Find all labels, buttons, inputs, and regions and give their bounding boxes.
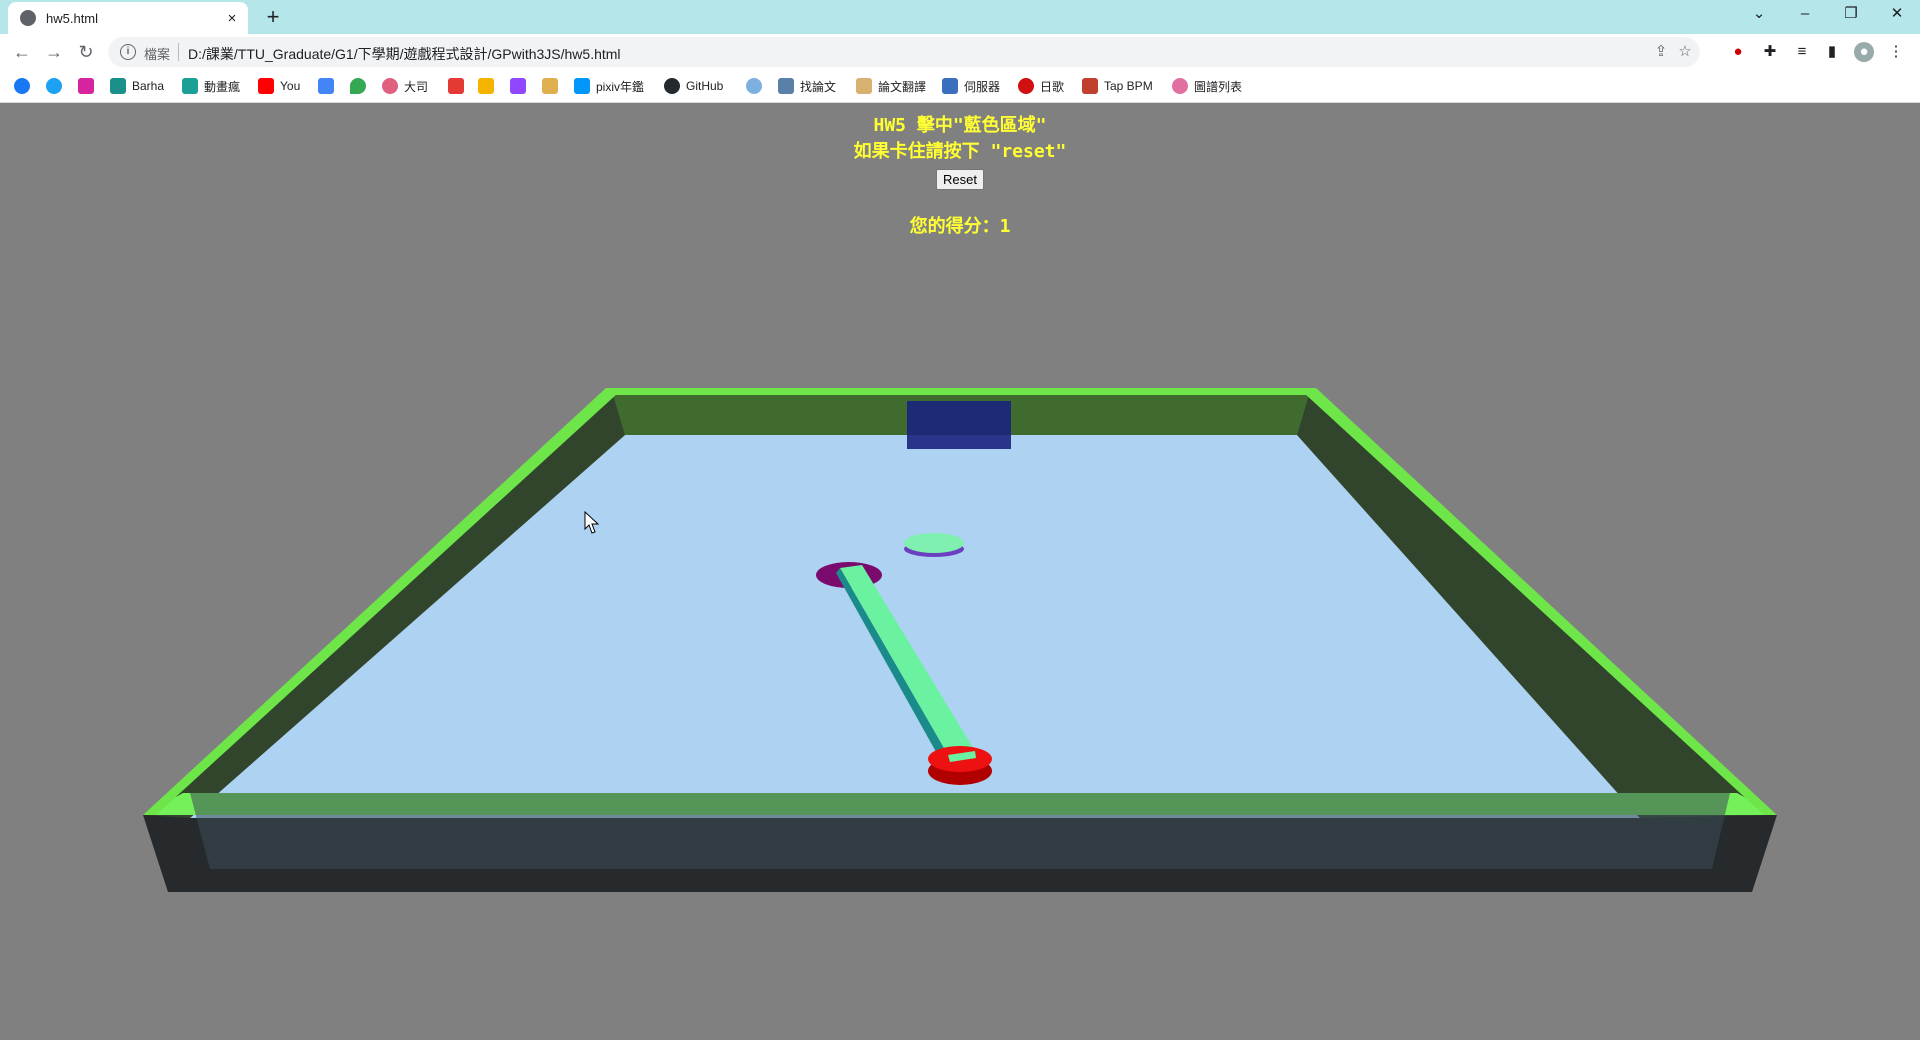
reading-list-icon[interactable]: ≡ — [1792, 42, 1812, 62]
reset-button[interactable]: Reset — [936, 169, 984, 190]
minimize-icon[interactable]: – — [1782, 0, 1828, 30]
avatar[interactable]: ● — [1854, 42, 1874, 62]
new-tab-button[interactable]: + — [260, 4, 286, 30]
instagram-icon[interactable] — [78, 76, 100, 96]
bookmark-youtube[interactable]: You — [258, 76, 300, 96]
side-panel-icon[interactable]: ▮ — [1822, 42, 1842, 62]
music-icon — [1018, 78, 1034, 94]
hud-hint: 如果卡住請按下 "reset" — [853, 141, 1067, 162]
puck — [904, 533, 964, 553]
translate-doc-icon — [856, 78, 872, 94]
window-close-icon[interactable]: ✕ — [1874, 0, 1920, 30]
bookmarks-bar: Barha 動畫瘋 You 大司 pixiv年鑑 GitHub 找論文 論文翻譯… — [0, 70, 1920, 103]
forward-icon[interactable]: → — [40, 38, 68, 66]
translate-icon[interactable] — [318, 76, 340, 96]
barha-icon — [110, 78, 126, 94]
bookmark-anime[interactable]: 動畫瘋 — [182, 76, 240, 96]
dasi-icon — [382, 78, 398, 94]
front-wall-glass — [190, 793, 1730, 869]
bookmark-pixiv[interactable]: pixiv年鑑 — [574, 76, 644, 96]
score-label: 您的得分： — [909, 216, 1000, 237]
bookmark-nichika[interactable]: 日歌 — [1018, 76, 1064, 96]
tab-search-icon[interactable]: ⌄ — [1736, 0, 1782, 30]
score-display: 您的得分：1 — [0, 212, 1920, 238]
globe-icon — [20, 10, 36, 26]
bookmark-barha[interactable]: Barha — [110, 76, 164, 96]
twitch-icon[interactable] — [510, 76, 532, 96]
library-icon — [778, 78, 794, 94]
bookmark-chart-list[interactable]: 圖譜列表 — [1172, 76, 1242, 96]
facebook-icon[interactable] — [14, 76, 36, 96]
reload-icon[interactable]: ↻ — [72, 38, 100, 66]
github-icon — [664, 78, 680, 94]
tab-title: hw5.html — [46, 10, 99, 26]
link-icon[interactable] — [478, 76, 500, 96]
info-icon[interactable]: i — [120, 44, 136, 60]
bookmark-paper-translate[interactable]: 論文翻譯 — [856, 76, 926, 96]
back-wall-top — [606, 388, 1316, 395]
share-icon[interactable]: ⇪ — [1652, 43, 1670, 61]
game-canvas[interactable]: HW5 擊中"藍色區域" 如果卡住請按下 "reset" Reset 您的得分：… — [0, 103, 1920, 1040]
url-text[interactable]: D:/課業/TTU_Graduate/G1/下學期/遊戲程式設計/GPwith3… — [188, 44, 621, 64]
divider — [178, 43, 179, 61]
browser-toolbar: ← → ↻ i 檔案 D:/課業/TTU_Graduate/G1/下學期/遊戲程… — [0, 34, 1920, 70]
bookmark-find-paper[interactable]: 找論文 — [778, 76, 836, 96]
scheme-label: 檔案 — [144, 47, 171, 62]
twitter-icon[interactable] — [46, 76, 68, 96]
maps-icon[interactable] — [350, 76, 372, 96]
back-icon[interactable]: ← — [8, 38, 36, 66]
server-icon — [942, 78, 958, 94]
bookmark-server[interactable]: 伺服器 — [942, 76, 1000, 96]
anime-icon — [182, 78, 198, 94]
cloud-icon[interactable] — [746, 76, 768, 96]
restore-icon[interactable]: ❐ — [1828, 0, 1874, 30]
bookmark-tap-bpm[interactable]: Tap BPM — [1082, 76, 1153, 96]
opera-icon[interactable]: ● — [1728, 42, 1748, 62]
close-tab-icon[interactable]: × — [222, 10, 242, 27]
bookmark-github[interactable]: GitHub — [664, 76, 723, 96]
bookmark-star-icon[interactable]: ☆ — [1676, 43, 1694, 61]
address-bar[interactable]: i 檔案 D:/課業/TTU_Graduate/G1/下學期/遊戲程式設計/GP… — [108, 37, 1700, 67]
tap-icon — [1082, 78, 1098, 94]
scene-3d — [143, 388, 1777, 892]
tab-strip: hw5.html × + ⌄ – ❐ ✕ — [0, 0, 1920, 34]
search-icon — [574, 78, 590, 94]
hud: HW5 擊中"藍色區域" 如果卡住請按下 "reset" Reset 您的得分：… — [0, 113, 1920, 238]
browser-tab[interactable]: hw5.html × — [8, 2, 248, 34]
score-value: 1 — [999, 216, 1011, 237]
shopping-icon[interactable] — [448, 76, 470, 96]
goal-blue-area — [907, 401, 1011, 449]
note-icon[interactable] — [542, 76, 564, 96]
bookmark-dasi[interactable]: 大司 — [382, 76, 428, 96]
youtube-icon — [258, 78, 274, 94]
extensions-icon[interactable]: ✚ — [1760, 42, 1780, 62]
menu-icon[interactable]: ⋮ — [1886, 42, 1906, 62]
hud-title: HW5 擊中"藍色區域" — [873, 115, 1047, 136]
chart-list-icon — [1172, 78, 1188, 94]
